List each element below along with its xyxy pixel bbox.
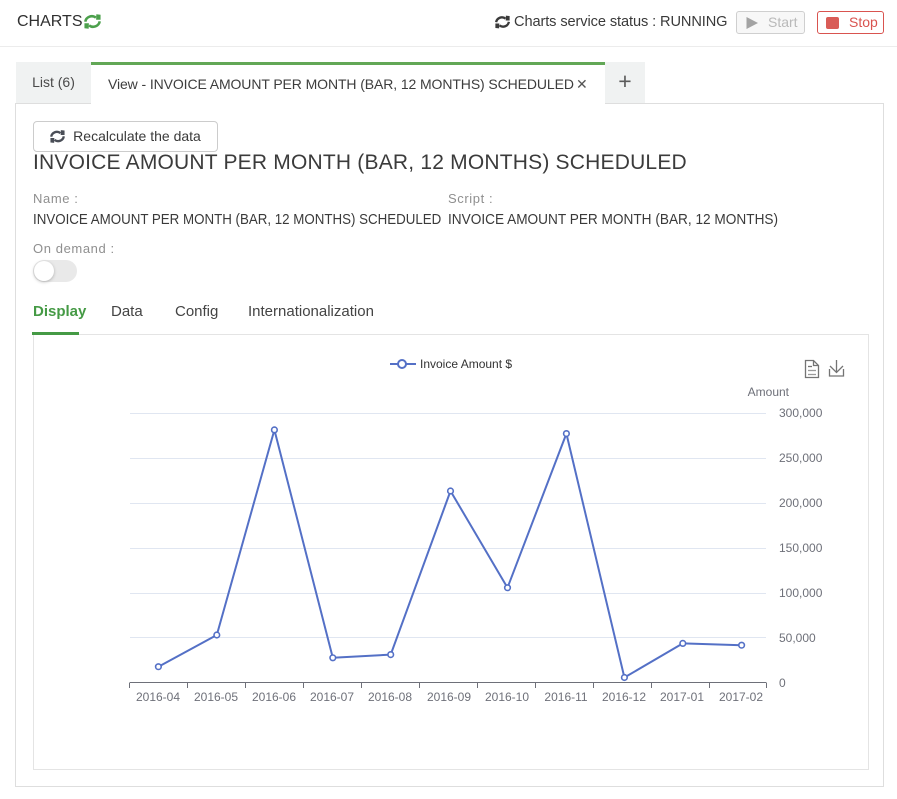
svg-text:2016-07: 2016-07	[310, 690, 354, 704]
svg-text:2016-08: 2016-08	[368, 690, 412, 704]
svg-text:2016-04: 2016-04	[136, 690, 180, 704]
svg-text:Amount: Amount	[748, 385, 790, 399]
svg-text:2017-02: 2017-02	[719, 690, 763, 704]
svg-text:2016-11: 2016-11	[544, 690, 587, 704]
svg-text:2016-06: 2016-06	[252, 690, 296, 704]
svg-text:2016-12: 2016-12	[602, 690, 646, 704]
svg-text:2016-09: 2016-09	[427, 690, 471, 704]
svg-text:200,000: 200,000	[779, 496, 823, 510]
svg-text:100,000: 100,000	[779, 586, 823, 600]
svg-text:2016-05: 2016-05	[194, 690, 238, 704]
svg-text:150,000: 150,000	[779, 541, 823, 555]
svg-text:250,000: 250,000	[779, 451, 823, 465]
svg-text:2017-01: 2017-01	[660, 690, 704, 704]
svg-text:2016-10: 2016-10	[485, 690, 529, 704]
svg-text:Invoice Amount $: Invoice Amount $	[420, 357, 512, 371]
svg-text:50,000: 50,000	[779, 631, 816, 645]
svg-text:0: 0	[779, 676, 786, 690]
svg-text:300,000: 300,000	[779, 406, 823, 420]
